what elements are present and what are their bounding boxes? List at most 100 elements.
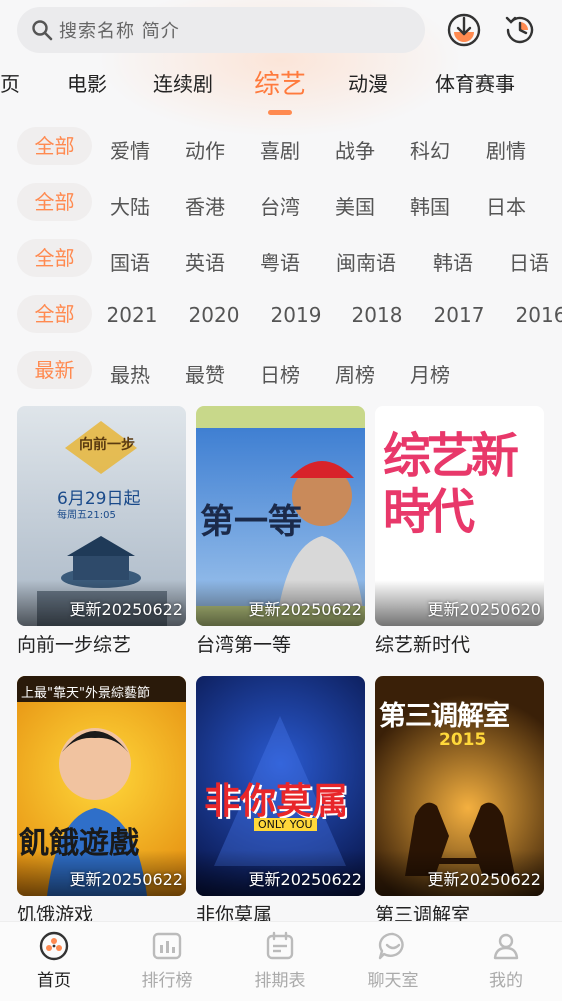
show-title: 台湾第一等 [196,634,292,656]
bottom-nav: 首页 排行榜 排期表 聊天室 我的 [0,921,562,1001]
tab-home[interactable]: 页 [0,68,20,97]
chart-icon [152,932,182,960]
download-icon [447,13,481,47]
filter-item[interactable]: 2020 [189,303,240,327]
filter-item[interactable]: 国语 [110,247,150,276]
filter-chip-all-genre[interactable]: 全部 [17,127,92,165]
poster-logo-text: 向前一步 [79,437,135,453]
search-bar[interactable]: 搜索名称 简介 [17,7,425,53]
tab-movies[interactable]: 电影 [67,68,107,97]
filter-item[interactable]: 日榜 [260,359,300,388]
filter-item[interactable]: 最赞 [185,359,225,388]
download-button[interactable] [444,10,484,50]
filter-item[interactable]: 喜剧 [260,135,300,164]
nav-home-label: 首页 [37,971,71,991]
filter-row-year: 全部 2021 2020 2019 2018 2017 2016 [0,295,562,335]
filter-chip-latest[interactable]: 最新 [17,351,92,389]
filter-item[interactable]: 日语 [509,247,549,276]
show-poster: 综艺新時代 更新20250620 [375,406,544,626]
show-card[interactable]: 第三调解室 2015 更新20250622 第三调解室 [375,676,544,927]
filter-row-genre: 全部 爱情 动作 喜剧 战争 科幻 剧情 [0,127,562,167]
show-card[interactable]: 综艺新時代 更新20250620 综艺新时代 [375,406,544,657]
search-icon [32,20,53,41]
filter-item[interactable]: 2018 [352,303,403,327]
filter-item[interactable]: 香港 [185,191,225,220]
history-icon [505,16,534,44]
show-poster: 向前一步 6月29日起 每周五21:05 更新20250622 [17,406,186,626]
nav-schedule[interactable]: 排期表 [235,930,325,991]
poster-schedule-text: 每周五21:05 [57,510,116,521]
filter-item[interactable]: 台湾 [260,191,300,220]
active-tab-indicator [268,110,292,115]
poster-year-text: 2015 [439,730,487,750]
profile-icon [493,933,519,960]
filter-chip-all-language[interactable]: 全部 [17,239,92,277]
show-title: 向前一步综艺 [17,634,132,656]
tab-series[interactable]: 连续剧 [153,68,213,97]
search-placeholder: 搜索名称 简介 [59,21,180,42]
tab-variety[interactable]: 综艺 [254,64,306,101]
chat-icon [378,932,404,960]
nav-profile[interactable]: 我的 [461,930,551,991]
filter-row-sort: 最新 最热 最赞 日榜 周榜 月榜 [0,351,562,391]
nav-schedule-label: 排期表 [254,971,306,991]
poster-logo-text: 非你莫属 [204,781,349,822]
filter-item[interactable]: 大陆 [110,191,150,220]
filter-item[interactable]: 闽南语 [336,247,396,276]
show-poster: 上最"靠天"外景綜藝節 飢餓遊戲 更新20250622 [17,676,186,896]
filter-item[interactable]: 韩国 [410,191,450,220]
poster-tagline: ONLY YOU [254,818,317,831]
filter-item[interactable]: 2016 [516,303,562,327]
tab-anime[interactable]: 动漫 [348,68,388,97]
update-label: 更新20250622 [248,870,362,889]
history-button[interactable] [500,10,540,50]
filter-item[interactable]: 周榜 [335,359,375,388]
update-label: 更新20250622 [427,870,541,889]
filter-item[interactable]: 韩语 [433,247,473,276]
show-card[interactable]: 向前一步 6月29日起 每周五21:05 更新20250622 向前一步综艺 [17,406,186,657]
show-card[interactable]: 上最"靠天"外景綜藝節 飢餓遊戲 更新20250622 饥饿游戏 [17,676,186,927]
poster-logo-text: 第一等 [200,502,302,542]
show-poster: 第三调解室 2015 更新20250622 [375,676,544,896]
nav-home[interactable]: 首页 [9,930,99,991]
filter-item[interactable]: 科幻 [410,135,450,164]
tab-sports[interactable]: 体育赛事 [435,68,515,97]
filter-item[interactable]: 2017 [434,303,485,327]
show-title: 综艺新时代 [375,634,471,656]
calendar-icon [266,931,294,960]
filter-item[interactable]: 动作 [185,135,225,164]
update-label: 更新20250622 [248,600,362,619]
show-poster: 非你莫属 ONLY YOU 更新20250622 [196,676,365,896]
home-icon [39,931,69,961]
filter-item[interactable]: 剧情 [486,135,526,164]
update-label: 更新20250622 [69,870,183,889]
filter-item[interactable]: 最热 [110,359,150,388]
nav-chat-label: 聊天室 [367,971,419,991]
show-card[interactable]: 非你莫属 ONLY YOU 更新20250622 非你莫属 [196,676,365,927]
poster-tagline: 上最"靠天"外景綜藝節 [21,686,150,701]
show-poster: 第一等 更新20250622 [196,406,365,626]
category-tabs: 页 电影 连续剧 综艺 动漫 体育赛事 [0,62,562,114]
filter-item[interactable]: 英语 [185,247,225,276]
filter-item[interactable]: 爱情 [110,135,150,164]
filter-item[interactable]: 战争 [335,135,375,164]
filter-item[interactable]: 日本 [486,191,526,220]
update-label: 更新20250622 [69,600,183,619]
nav-profile-label: 我的 [489,971,523,991]
poster-logo-text: 第三调解室 [379,701,510,732]
filter-item[interactable]: 月榜 [410,359,450,388]
filter-item[interactable]: 2021 [107,303,158,327]
filter-row-language: 全部 国语 英语 粤语 闽南语 韩语 日语 [0,239,562,279]
update-label: 更新20250620 [427,600,541,619]
filter-item[interactable]: 美国 [335,191,375,220]
nav-ranking-label: 排行榜 [141,971,193,991]
nav-chat[interactable]: 聊天室 [348,930,438,991]
poster-logo-text: 综艺新時代 [383,428,519,540]
filter-item[interactable]: 粤语 [260,247,300,276]
filter-row-region: 全部 大陆 香港 台湾 美国 韩国 日本 [0,183,562,223]
show-card[interactable]: 第一等 更新20250622 台湾第一等 [196,406,365,657]
filter-chip-all-region[interactable]: 全部 [17,183,92,221]
filter-chip-all-year[interactable]: 全部 [17,295,92,333]
nav-ranking[interactable]: 排行榜 [122,930,212,991]
filter-item[interactable]: 2019 [271,303,322,327]
